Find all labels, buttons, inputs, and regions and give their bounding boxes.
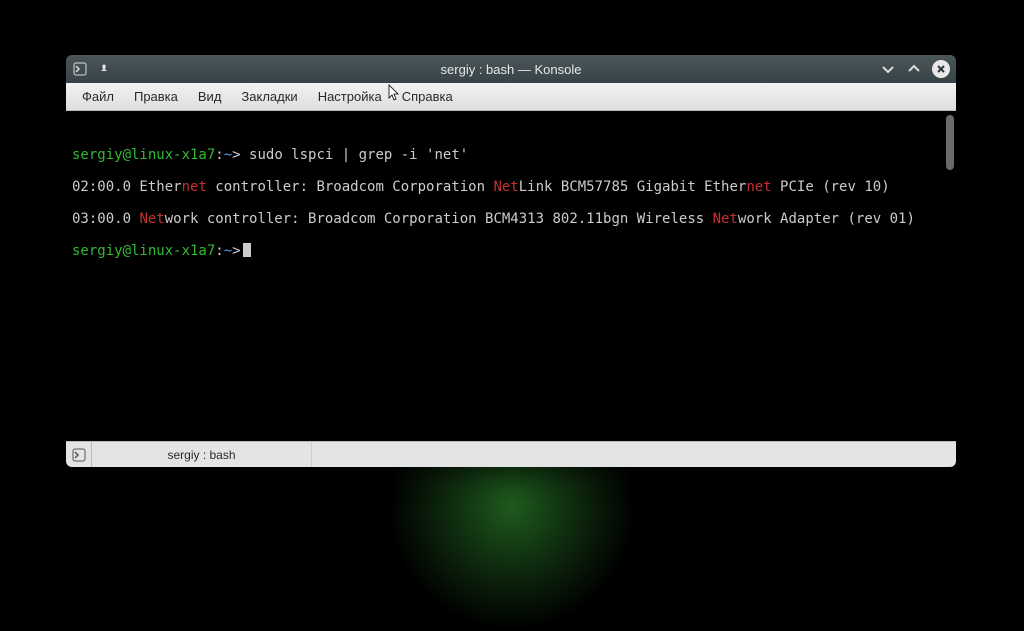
prompt-tail: > <box>232 147 240 163</box>
menu-bookmarks[interactable]: Закладки <box>231 85 307 108</box>
grep-match: net <box>746 179 771 195</box>
close-button[interactable] <box>932 60 950 78</box>
grep-match: Net <box>713 211 738 227</box>
terminal-scrollbar[interactable] <box>946 115 954 170</box>
window-title: sergiy : bash — Konsole <box>152 62 870 77</box>
prompt-user: sergiy@linux-x1a7 <box>72 147 215 163</box>
terminal-line-1: sergiy@linux-x1a7:~> sudo lspci | grep -… <box>72 147 950 163</box>
menu-settings[interactable]: Настройка <box>308 85 392 108</box>
tab-active[interactable]: sergiy : bash <box>92 442 312 468</box>
command-text: sudo lspci | grep -i 'net' <box>241 147 469 163</box>
new-tab-button[interactable] <box>66 442 92 468</box>
konsole-window: sergiy : bash — Konsole Файл Правка Вид … <box>66 55 956 467</box>
terminal-area[interactable]: sergiy@linux-x1a7:~> sudo lspci | grep -… <box>66 111 956 441</box>
menu-file[interactable]: Файл <box>72 85 124 108</box>
grep-match: net <box>182 179 207 195</box>
terminal-line-3: 03:00.0 Network controller: Broadcom Cor… <box>72 211 950 227</box>
cursor-icon <box>243 243 251 257</box>
tab-label: sergiy : bash <box>167 448 235 462</box>
app-menu-icon[interactable] <box>72 61 88 77</box>
menu-help[interactable]: Справка <box>392 85 463 108</box>
terminal-line-2: 02:00.0 Ethernet controller: Broadcom Co… <box>72 179 950 195</box>
prompt-path: ~ <box>224 147 232 163</box>
prompt-path: ~ <box>224 243 232 259</box>
menu-view[interactable]: Вид <box>188 85 232 108</box>
tab-bar: sergiy : bash <box>66 441 956 467</box>
grep-match: Net <box>139 211 164 227</box>
pin-icon[interactable] <box>96 61 112 77</box>
terminal-line-4: sergiy@linux-x1a7:~> <box>72 243 950 259</box>
minimize-button[interactable] <box>880 61 896 77</box>
titlebar[interactable]: sergiy : bash — Konsole <box>66 55 956 83</box>
prompt-tail: > <box>232 243 240 259</box>
maximize-button[interactable] <box>906 61 922 77</box>
grep-match: Net <box>493 179 518 195</box>
menubar: Файл Правка Вид Закладки Настройка Справ… <box>66 83 956 111</box>
prompt-user: sergiy@linux-x1a7 <box>72 243 215 259</box>
menu-edit[interactable]: Правка <box>124 85 188 108</box>
